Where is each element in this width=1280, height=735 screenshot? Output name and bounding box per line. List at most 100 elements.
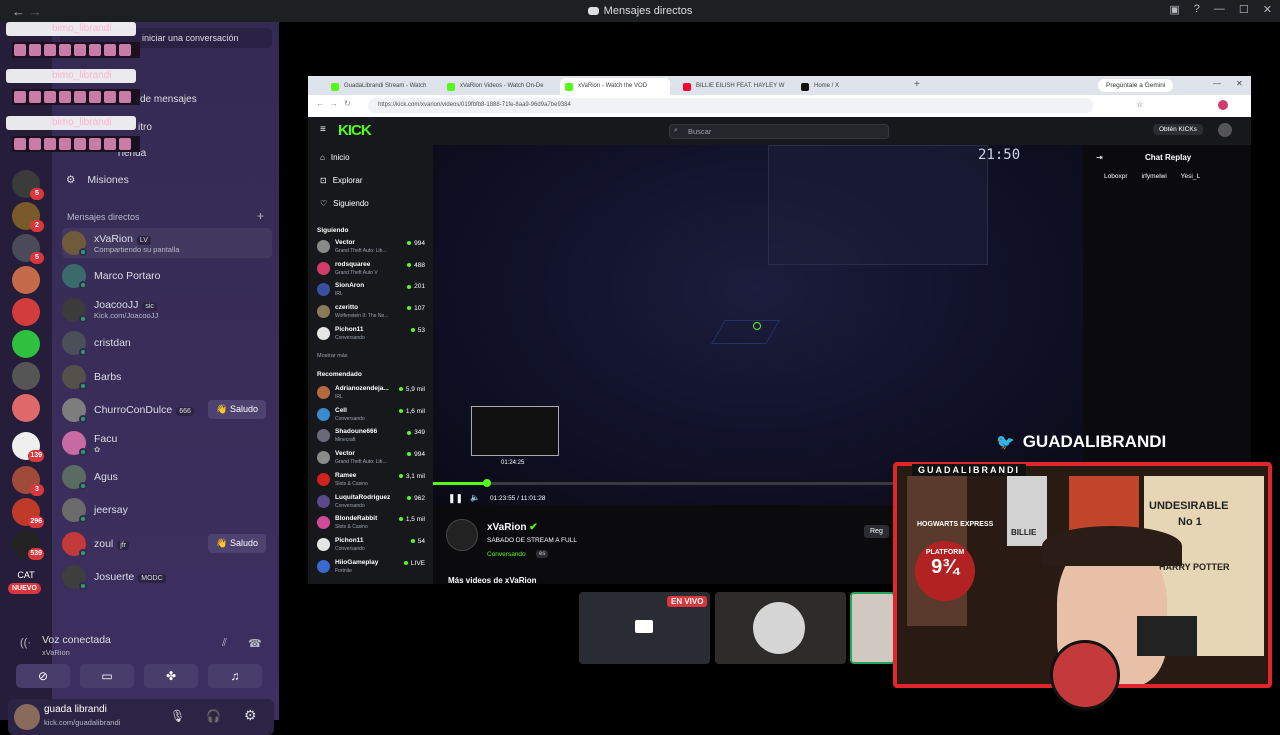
- server-icon[interactable]: [12, 394, 40, 422]
- server-icon[interactable]: 3: [12, 466, 44, 496]
- settings-gear-icon[interactable]: ⚙: [244, 707, 257, 724]
- camera-button[interactable]: ⊘: [16, 664, 70, 688]
- screenshare-tile[interactable]: EN VIVO: [579, 592, 710, 664]
- channel-name: Adrianozendeja...: [335, 385, 389, 392]
- channel-item[interactable]: Pichon11 Conversando 54: [317, 535, 429, 555]
- video-player[interactable]: 21:50 01:24:25 ❚❚ 🔈 01:23:55 / 11:01:28: [433, 145, 1083, 505]
- url-field[interactable]: https://kick.com/xvarion/videos/019fbfb8…: [368, 98, 1093, 113]
- disconnect-icon[interactable]: ☎: [248, 637, 262, 650]
- server-icon[interactable]: 539: [12, 530, 44, 560]
- channel-item[interactable]: Shadoune666 Minecraft 349: [317, 426, 429, 446]
- new-tab-icon[interactable]: +: [914, 79, 920, 90]
- show-more-link[interactable]: Mostrar más: [317, 353, 348, 359]
- browser-tab[interactable]: GuadaLibrandi Stream - Watch: [326, 78, 438, 95]
- server-icon[interactable]: 5: [12, 170, 44, 200]
- server-icon[interactable]: 5: [12, 234, 44, 264]
- progress-handle[interactable]: [483, 479, 492, 487]
- streamer-avatar[interactable]: [446, 519, 478, 551]
- channel-item[interactable]: SionAron IRL 201: [317, 280, 429, 300]
- profile-avatar[interactable]: [1218, 100, 1228, 110]
- server-icon[interactable]: [12, 298, 40, 326]
- close-icon[interactable]: ✕: [1263, 3, 1272, 16]
- browser-tab[interactable]: xVaRion Videos - Watch On-De: [442, 78, 554, 95]
- saludo-button[interactable]: 👋 Saludo: [208, 533, 266, 553]
- dm-item[interactable]: Josuerte MODC: [62, 562, 272, 592]
- screen-share-button[interactable]: ▭: [80, 664, 134, 688]
- browser-tab-active[interactable]: xVaRion - Watch the VOD: [560, 78, 670, 95]
- server-icon[interactable]: 296: [12, 498, 44, 528]
- dm-item[interactable]: Barbs: [62, 362, 272, 392]
- channel-item[interactable]: Adrianozendeja... IRL 5,9 mil: [317, 383, 429, 403]
- channel-item[interactable]: Vector Grand Theft Auto: Lib... 994: [317, 448, 429, 468]
- inbox-icon[interactable]: ▣: [1169, 3, 1179, 16]
- headphones-icon[interactable]: 🎧: [206, 709, 221, 723]
- dm-item[interactable]: ChurroConDulce 666 👋 Saludo: [62, 395, 272, 425]
- pause-icon[interactable]: ❚❚: [448, 493, 463, 504]
- server-icon[interactable]: [12, 330, 40, 358]
- dm-item[interactable]: JoacooJJ sic Kick.com/JoacooJJ: [62, 295, 272, 325]
- microphone-icon[interactable]: 🎙: [170, 709, 185, 723]
- minimize-icon[interactable]: —: [1213, 79, 1221, 88]
- channel-item[interactable]: czeritto Wolfenstein II: The Ne... 107: [317, 302, 429, 322]
- channel-item[interactable]: Vector Grand Theft Auto: Lib... 994: [317, 237, 429, 257]
- overlay-chat-name: bimo_librandi: [52, 117, 112, 128]
- channel-item[interactable]: BlondeRabbit Slots & Casino 1,5 mil: [317, 513, 429, 533]
- channel-item[interactable]: Ramee Slots & Casino 3,1 mil: [317, 470, 429, 490]
- user-name[interactable]: guada librandi: [44, 704, 107, 715]
- voice-status[interactable]: Voz conectada: [42, 634, 111, 646]
- bookmark-star-icon[interactable]: ☆: [1136, 100, 1143, 109]
- saludo-button[interactable]: 👋 Saludo: [208, 400, 266, 419]
- minimize-icon[interactable]: —: [1214, 3, 1225, 16]
- browser-tab[interactable]: Home / X: [796, 78, 906, 95]
- server-icon[interactable]: [12, 266, 40, 294]
- browser-tab[interactable]: BILLIE EILISH FEAT. HAYLEY W: [678, 78, 790, 95]
- dm-item[interactable]: zoul jfr 👋 Saludo: [62, 529, 272, 559]
- dm-item[interactable]: xVaRion LV Compartiendo su pantalla: [62, 228, 272, 258]
- kick-avatar[interactable]: [1218, 123, 1232, 137]
- participant-tile[interactable]: [850, 592, 895, 664]
- register-button[interactable]: Reg: [864, 525, 889, 538]
- cat-server-label[interactable]: CAT: [10, 570, 42, 580]
- kick-logo[interactable]: KICK: [338, 122, 372, 139]
- nav-buttons-icon[interactable]: ←→↻: [316, 99, 357, 108]
- channel-item[interactable]: rodsquaree Grand Theft Auto V 488: [317, 259, 429, 279]
- nitro-link[interactable]: itro: [138, 122, 152, 133]
- channel-item[interactable]: HiioGameplay Fortnite LIVE: [317, 557, 429, 577]
- dm-item[interactable]: jeersay: [62, 495, 272, 525]
- overlay-chat-name: bimo_librandi: [52, 70, 112, 81]
- channel-item[interactable]: Pichon11 Conversando 53: [317, 324, 429, 344]
- message-requests-link[interactable]: de mensajes: [140, 94, 197, 105]
- server-icon[interactable]: 2: [12, 202, 44, 232]
- nav-home[interactable]: ⌂ Inicio: [320, 153, 350, 162]
- dm-item[interactable]: cristdan: [62, 328, 272, 358]
- dm-avatar: [62, 264, 87, 290]
- channel-item[interactable]: LuquitaRodriguez Conversando 962: [317, 492, 429, 512]
- volume-icon[interactable]: 🔈: [470, 493, 480, 502]
- dm-item[interactable]: Agus: [62, 462, 272, 492]
- help-icon[interactable]: ?: [1194, 3, 1200, 16]
- stream-category[interactable]: Conversando: [487, 551, 526, 558]
- nav-following[interactable]: ♡ Siguiendo: [320, 199, 369, 208]
- user-avatar[interactable]: [14, 704, 40, 730]
- streamer-name[interactable]: xVaRion ✔: [487, 522, 538, 533]
- menu-icon[interactable]: ≡: [320, 124, 326, 135]
- missions-link[interactable]: ⚙ Misiones: [66, 174, 129, 186]
- noise-suppression-icon[interactable]: ⫽: [222, 637, 227, 650]
- dm-item[interactable]: Marco Portaro: [62, 261, 272, 291]
- nav-explore[interactable]: ⊡ Explorar: [320, 176, 363, 185]
- voice-channel[interactable]: xVaRion: [42, 648, 70, 657]
- dm-item[interactable]: Facu ✿: [62, 428, 272, 458]
- gemini-button[interactable]: Pregúntale a Gemini: [1098, 79, 1174, 92]
- participant-tile[interactable]: [715, 592, 846, 664]
- channel-item[interactable]: Cell Conversando 1,6 mil: [317, 405, 429, 425]
- soundboard-button[interactable]: ♫: [208, 664, 262, 688]
- kick-search-input[interactable]: Buscar: [669, 124, 889, 139]
- server-icon[interactable]: 139: [12, 432, 44, 462]
- maximize-icon[interactable]: ☐: [1239, 3, 1249, 16]
- collapse-chat-icon[interactable]: ⇥: [1096, 153, 1103, 162]
- server-icon[interactable]: [12, 362, 40, 390]
- obtain-kicks-button[interactable]: Obtén KICKs: [1153, 124, 1203, 135]
- add-dm-icon[interactable]: +: [257, 209, 264, 223]
- activities-button[interactable]: ✤: [144, 664, 198, 688]
- close-icon[interactable]: ✕: [1236, 79, 1243, 88]
